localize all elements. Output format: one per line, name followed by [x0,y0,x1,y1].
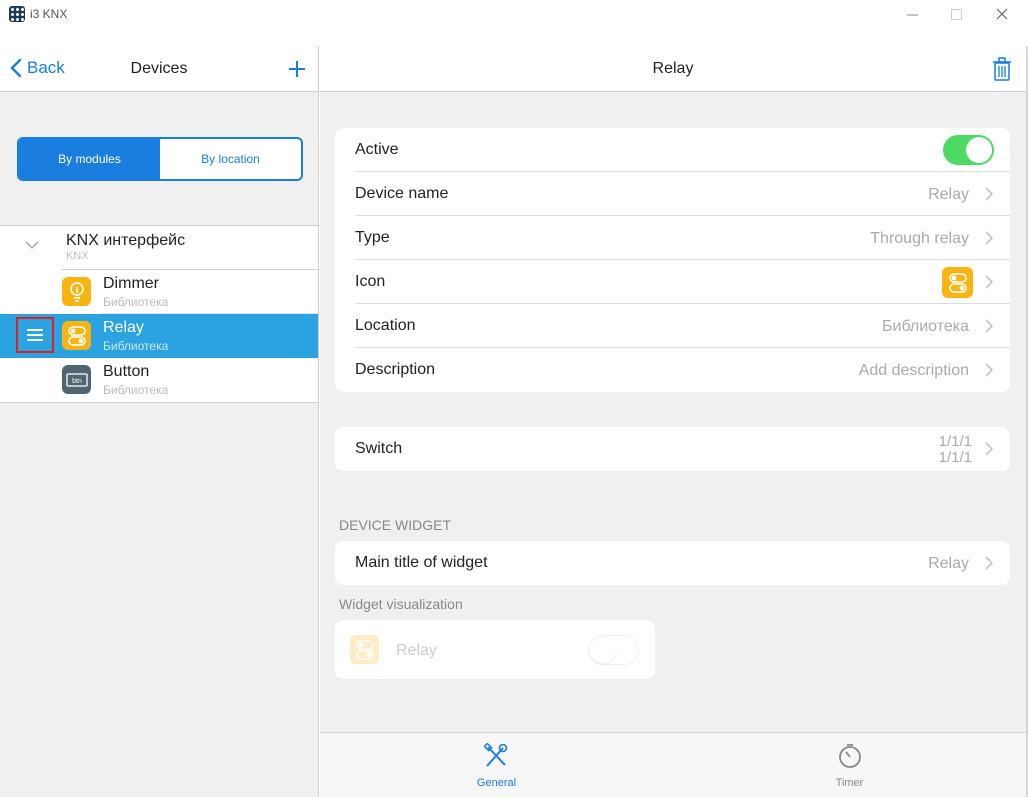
switch-address-2: 1/1/1 [938,449,972,466]
trash-icon [993,57,1011,81]
active-label: Active [355,141,399,158]
maximize-button[interactable] [933,0,979,28]
description-label: Description [355,361,436,378]
location-value: Библиотека [882,318,969,335]
description-row[interactable]: Description Add description [335,348,1010,392]
detail-header: Relay [320,46,1026,92]
group-knx-interface[interactable]: KNX интерфейс KNX [0,226,318,270]
relay-switch-icon [942,267,973,298]
device-location: Библиотека [103,295,169,309]
switch-label: Switch [355,440,403,457]
active-toggle[interactable] [943,135,994,165]
devices-title: Devices [130,60,188,77]
button-btn-icon: btn [62,365,91,394]
chevron-right-icon [985,319,993,333]
type-row[interactable]: Type Through relay [335,216,1010,260]
lightbulb-icon [62,277,91,306]
description-value: Add description [858,362,969,379]
drag-handle-menu-icon[interactable] [16,317,54,353]
device-name-row[interactable]: Device name Relay [335,172,1010,216]
switch-row[interactable]: Switch 1/1/1 1/1/1 [335,427,1010,471]
type-label: Type [355,229,390,246]
window-titlebar: i3 KNX [0,0,1028,28]
close-window-button[interactable] [979,0,1025,28]
maximize-icon [950,8,962,20]
device-name-label: Device name [355,185,449,202]
icon-row[interactable]: Icon [335,260,1010,304]
widget-visualization-title: Widget visualization [339,596,463,612]
svg-text:btn: btn [72,378,82,385]
app-logo-icon [9,6,25,22]
icon-label: Icon [355,273,386,290]
switch-address-1: 1/1/1 [938,433,972,450]
main-title-value: Relay [928,555,969,572]
tab-general[interactable]: General [320,733,673,798]
devices-header: Back Devices [0,46,318,92]
device-widget-section-title: DEVICE WIDGET [339,517,452,533]
add-device-button[interactable] [288,54,306,83]
device-tree: KNX интерфейс KNX Dimmer Библиотека Rela… [0,225,318,403]
chevron-right-icon [985,275,993,289]
location-label: Location [355,317,416,334]
location-row[interactable]: Location Библиотека [335,304,1010,348]
widget-title-card: Main title of widget Relay [335,541,1010,585]
device-name-value: Relay [928,186,969,203]
group-subtitle: KNX [66,250,89,262]
main-title-row[interactable]: Main title of widget Relay [335,541,1010,585]
bottom-tab-bar: General Timer [320,732,1026,797]
relay-switch-icon [350,635,379,664]
window-title: i3 KNX [30,7,68,21]
device-row-button[interactable]: btn Button Библиотека [0,358,318,402]
chevron-right-icon [985,442,993,456]
active-row: Active [335,128,1010,172]
device-location: Библиотека [103,383,169,397]
switch-addresses: 1/1/1 1/1/1 [939,434,972,466]
group-title: KNX интерфейс [66,232,186,249]
devices-panel: Back Devices By modules By location KNX … [0,46,319,797]
close-icon [996,8,1008,20]
minimize-icon [906,14,918,15]
view-segmented-control: By modules By location [17,137,303,181]
segment-by-modules[interactable]: By modules [19,139,160,179]
segment-by-location[interactable]: By location [160,139,301,179]
chevron-right-icon [985,363,993,377]
widget-preview: Relay [335,620,655,679]
chevron-right-icon [985,231,993,245]
device-properties-card: Active Device name Relay Type Through re… [335,128,1010,392]
device-location: Библиотека [103,339,169,353]
detail-title: Relay [652,60,694,77]
timer-icon [839,744,861,768]
device-name: Dimmer [103,275,159,292]
chevron-down-icon [25,241,39,250]
delete-device-button[interactable] [992,57,1012,86]
tab-timer[interactable]: Timer [673,733,1026,798]
chevron-right-icon [985,187,993,201]
device-name: Relay [103,319,144,336]
chevron-right-icon [985,556,993,570]
device-row-relay[interactable]: Relay Библиотека [0,314,318,358]
relay-switch-icon [62,321,91,350]
tab-timer-label: Timer [835,777,864,789]
widget-preview-label: Relay [396,642,437,659]
tools-icon [484,743,508,767]
type-value: Through relay [870,230,969,247]
minimize-button[interactable] [889,0,935,28]
widget-preview-toggle [588,635,639,665]
main-title-label: Main title of widget [355,554,488,571]
switch-card: Switch 1/1/1 1/1/1 [335,427,1010,471]
plus-icon [289,61,305,77]
device-name: Button [103,363,150,380]
tab-general-label: General [476,777,517,789]
device-row-dimmer[interactable]: Dimmer Библиотека [0,270,318,314]
